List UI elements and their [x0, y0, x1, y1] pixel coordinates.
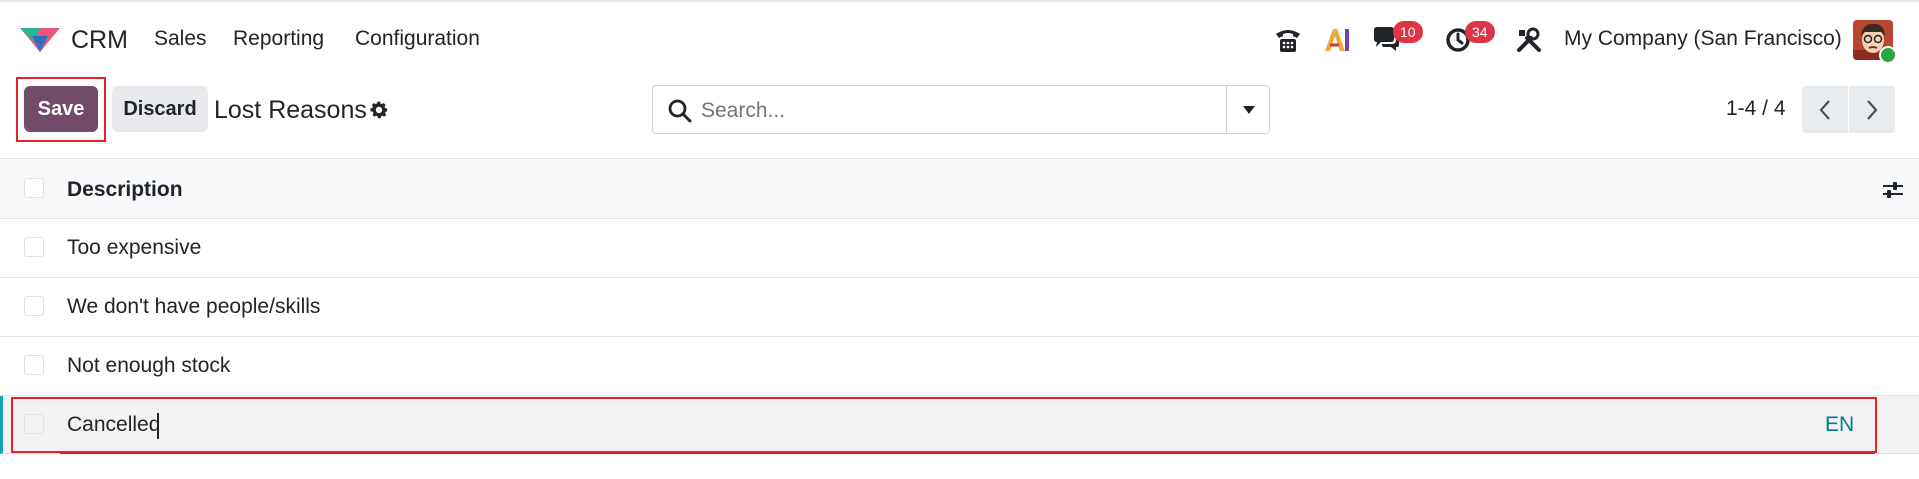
tools-icon[interactable]	[1513, 24, 1545, 56]
pager-value[interactable]: 1-4 / 4	[1726, 97, 1786, 121]
caret-down-icon	[1243, 105, 1255, 114]
menu-configuration[interactable]: Configuration	[355, 27, 480, 51]
input-underline	[60, 453, 1875, 454]
row-checkbox[interactable]	[24, 355, 44, 375]
column-header-description[interactable]: Description	[67, 178, 183, 202]
list-header: Description	[0, 158, 1919, 219]
pager-next-button[interactable]	[1849, 86, 1895, 133]
row-checkbox[interactable]	[24, 237, 44, 257]
chevron-right-icon	[1867, 99, 1878, 120]
save-highlight-box	[16, 77, 106, 142]
row-description[interactable]: We don't have people/skills	[67, 295, 320, 319]
select-all-checkbox[interactable]	[24, 178, 44, 198]
table-row[interactable]: We don't have people/skills	[0, 278, 1919, 337]
table-row[interactable]: Too expensive	[0, 219, 1919, 278]
pager-previous-button[interactable]	[1802, 86, 1848, 133]
phone-icon[interactable]	[1272, 24, 1304, 56]
optional-columns-icon[interactable]	[1882, 179, 1904, 201]
discard-button[interactable]: Discard	[112, 86, 208, 132]
ai-icon[interactable]	[1321, 24, 1353, 56]
search-input[interactable]	[699, 94, 1203, 128]
menu-sales[interactable]: Sales	[154, 27, 207, 51]
messages-count-badge: 10	[1393, 21, 1423, 43]
crm-logo-icon[interactable]	[18, 22, 62, 56]
page-title: Lost Reasons	[214, 96, 367, 124]
table-row[interactable]: Not enough stock	[0, 337, 1919, 396]
search-options-toggle[interactable]	[1226, 86, 1271, 133]
company-switcher[interactable]: My Company (San Francisco)	[1564, 27, 1842, 51]
row-checkbox[interactable]	[24, 296, 44, 316]
search-bar	[652, 85, 1270, 134]
menu-reporting[interactable]: Reporting	[233, 27, 324, 51]
activities-count-badge: 34	[1465, 21, 1495, 43]
app-name[interactable]: CRM	[71, 26, 128, 55]
online-status-dot	[1879, 46, 1897, 64]
editing-row-highlight-box	[11, 397, 1877, 453]
row-description[interactable]: Too expensive	[67, 236, 201, 260]
main-navbar: CRM Sales Reporting Configuration 10 34	[0, 2, 1919, 76]
search-icon[interactable]	[667, 98, 693, 124]
chevron-left-icon	[1819, 99, 1830, 120]
gear-icon[interactable]	[368, 99, 390, 121]
row-description[interactable]: Not enough stock	[67, 354, 230, 378]
